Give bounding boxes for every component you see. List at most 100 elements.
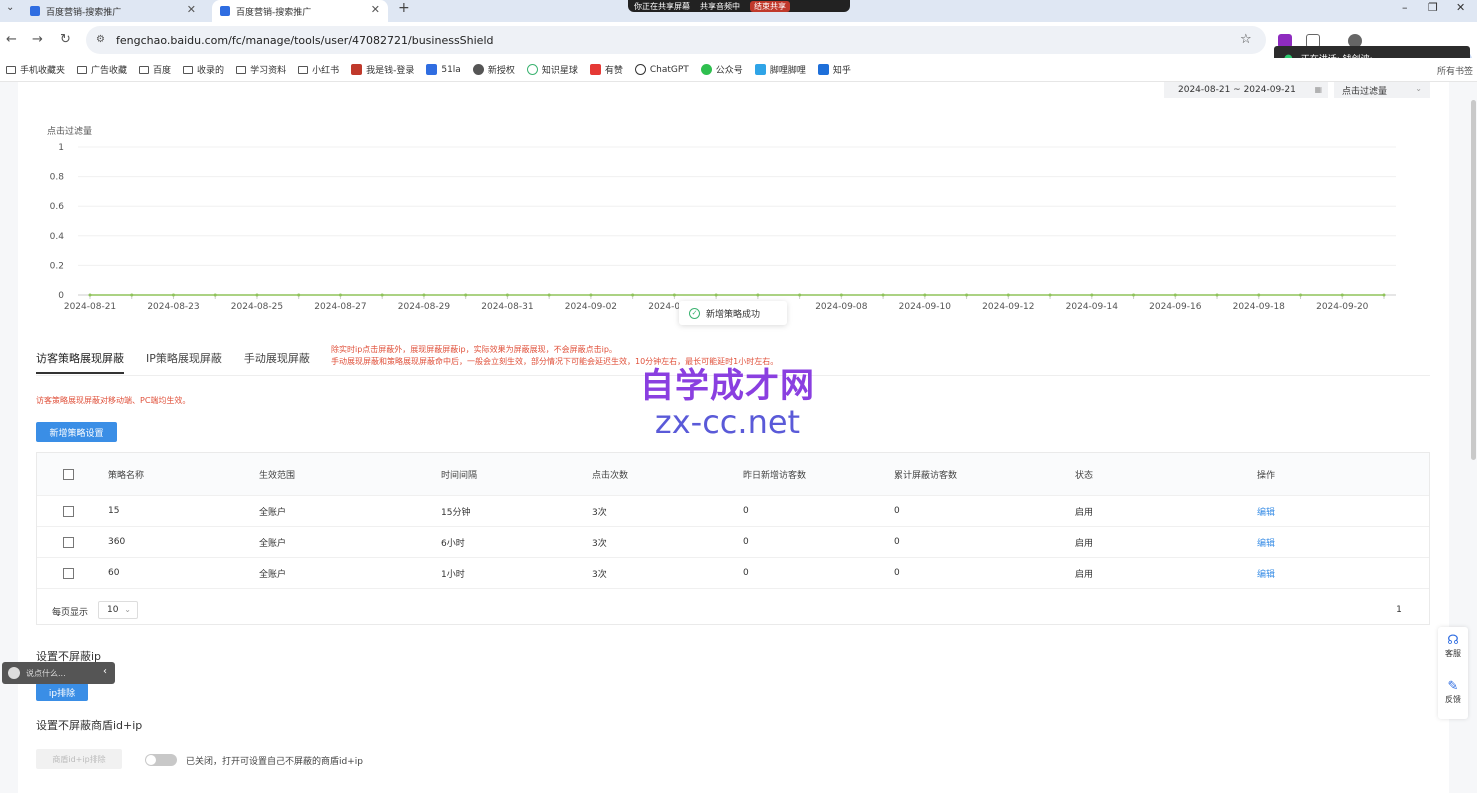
bookmark-item[interactable]: 公众号 bbox=[700, 63, 743, 76]
metric-select-value: 点击过滤量 bbox=[1342, 86, 1388, 97]
tab-visitor-strategy[interactable]: 访客策略展现屏蔽 bbox=[36, 344, 124, 374]
cell-total-blocked: 0 bbox=[894, 506, 900, 516]
edit-link[interactable]: 编辑 bbox=[1257, 527, 1275, 557]
data-point bbox=[839, 293, 843, 297]
check-circle-icon: ✓ bbox=[689, 307, 700, 319]
restore-icon[interactable]: ❐ bbox=[1428, 1, 1438, 14]
edit-link[interactable]: 编辑 bbox=[1257, 496, 1275, 526]
share-audio[interactable]: 共享音频中 bbox=[700, 1, 740, 12]
browser-tab-1[interactable]: 百度营销-搜索推广 ✕ bbox=[22, 0, 204, 22]
bookmark-star-icon[interactable]: ☆ bbox=[1240, 32, 1252, 47]
end-share-button[interactable]: 结束共享 bbox=[750, 0, 790, 12]
bookmark-item[interactable]: 手机收藏夹 bbox=[6, 63, 65, 76]
site-icon bbox=[351, 64, 363, 75]
bookmark-item[interactable]: 知乎 bbox=[817, 63, 851, 76]
baidu-favicon-icon bbox=[30, 6, 40, 16]
column-header: 昨日新增访客数 bbox=[743, 470, 807, 481]
url-field[interactable]: ⚙ fengchao.baidu.com/fc/manage/tools/use… bbox=[86, 26, 1266, 54]
row-checkbox[interactable] bbox=[63, 536, 74, 548]
bookmark-item[interactable]: 小红书 bbox=[298, 63, 339, 76]
back-icon[interactable]: ← bbox=[6, 32, 17, 47]
bookmark-item[interactable]: 百度 bbox=[139, 63, 171, 76]
bookmark-item[interactable]: 51la bbox=[426, 64, 461, 75]
page-number[interactable]: 1 bbox=[1387, 601, 1411, 619]
bookmark-item[interactable]: 学习资料 bbox=[236, 63, 286, 76]
bookmark-label: 广告收藏 bbox=[91, 66, 128, 76]
forward-icon[interactable]: → bbox=[32, 32, 43, 47]
close-tab-icon[interactable]: ✕ bbox=[187, 3, 196, 16]
bookmark-item[interactable]: 我是钱-登录 bbox=[351, 63, 414, 76]
x-tick-label: 2024-09-12 bbox=[982, 302, 1034, 312]
biz-exclude-button: 商盾id+ip排除 bbox=[36, 749, 122, 769]
cell-new-visitors: 0 bbox=[743, 568, 749, 578]
strategy-table: 策略名称 生效范围 时间间隔 点击次数 昨日新增访客数 累计屏蔽访客数 状态 操… bbox=[36, 452, 1430, 625]
tab-manual[interactable]: 手动展现屏蔽 bbox=[244, 344, 310, 374]
tab-ip-strategy[interactable]: IP策略展现屏蔽 bbox=[146, 344, 222, 374]
bookmark-item[interactable]: 有赞 bbox=[589, 63, 623, 76]
bookmark-item[interactable]: 知识星球 bbox=[526, 63, 578, 76]
data-point bbox=[1173, 293, 1177, 297]
new-tab-icon[interactable]: + bbox=[398, 0, 410, 16]
data-point bbox=[1299, 293, 1303, 297]
data-point bbox=[589, 293, 593, 297]
tab-note-line: 除实时ip点击屏蔽外，展现屏蔽屏蔽ip，实际效果为屏蔽展现，不会屏蔽点击ip。 bbox=[331, 345, 617, 354]
x-tick-label: 2024-09-16 bbox=[1149, 302, 1202, 312]
bookmark-item[interactable]: 广告收藏 bbox=[77, 63, 127, 76]
y-tick-label: 0.6 bbox=[50, 202, 65, 212]
bookmark-label: 我是钱-登录 bbox=[366, 66, 415, 76]
date-range-picker[interactable]: 2024-08-21 ~ 2024-09-21 ▦ bbox=[1164, 82, 1328, 98]
browser-tab-2[interactable]: 百度营销-搜索推广 ✕ bbox=[212, 0, 388, 22]
x-tick-label: 2024-09-20 bbox=[1316, 302, 1369, 312]
metric-select[interactable]: 点击过滤量 ⌄ bbox=[1334, 82, 1430, 98]
row-checkbox[interactable] bbox=[63, 567, 74, 579]
x-tick-label: 2024-09-10 bbox=[899, 302, 952, 312]
biz-exclude-switch[interactable] bbox=[145, 754, 177, 766]
feedback-button[interactable]: ✎ 反馈 bbox=[1438, 679, 1468, 705]
cell-name: 360 bbox=[108, 537, 126, 547]
select-all-checkbox[interactable] bbox=[63, 468, 74, 480]
table-row: 15 全账户 15分钟 3次 0 0 启用 编辑 bbox=[37, 496, 1429, 527]
screen-share-bar: 你正在共享屏幕 共享音频中 结束共享 bbox=[628, 0, 850, 12]
tab-list-chevron-icon[interactable]: ⌄ bbox=[6, 2, 14, 13]
cell-interval: 1小时 bbox=[441, 569, 465, 580]
site-info-icon[interactable]: ⚙ bbox=[96, 34, 105, 45]
bookmark-label: 收录的 bbox=[197, 66, 225, 76]
table-row: 360 全账户 6小时 3次 0 0 启用 编辑 bbox=[37, 527, 1429, 558]
data-point bbox=[1132, 293, 1136, 297]
page-scrollbar[interactable] bbox=[1471, 100, 1476, 460]
bookmark-item[interactable]: 新授权 bbox=[472, 63, 515, 76]
chevron-down-icon: ⌄ bbox=[1415, 84, 1422, 93]
data-point bbox=[338, 293, 342, 297]
bookmark-item[interactable]: 收录的 bbox=[183, 63, 224, 76]
bookmark-item[interactable]: ChatGPT bbox=[634, 64, 689, 75]
collapse-arrow-icon[interactable]: ‹ bbox=[103, 666, 107, 677]
y-axis-label: 点击过滤量 bbox=[47, 125, 92, 137]
chat-placeholder: 说点什么... bbox=[26, 668, 66, 678]
page-size-value: 10 bbox=[107, 605, 119, 615]
openai-icon bbox=[634, 64, 646, 75]
close-tab-icon[interactable]: ✕ bbox=[371, 3, 380, 16]
scope-note: 访客策略展现屏蔽对移动端、PC端均生效。 bbox=[36, 396, 191, 405]
headset-icon: ☊ bbox=[1447, 633, 1459, 648]
reload-icon[interactable]: ↻ bbox=[60, 32, 71, 47]
data-point bbox=[672, 293, 676, 297]
data-point bbox=[1257, 293, 1261, 297]
pen-icon: ✎ bbox=[1447, 679, 1459, 694]
all-bookmarks[interactable]: 所有书签 bbox=[1437, 64, 1473, 77]
ip-exclude-button[interactable]: ip排除 bbox=[36, 683, 88, 701]
edit-link[interactable]: 编辑 bbox=[1257, 558, 1275, 588]
customer-service-button[interactable]: ☊ 客服 bbox=[1438, 633, 1468, 659]
row-checkbox[interactable] bbox=[63, 505, 74, 517]
cell-status: 启用 bbox=[1075, 538, 1094, 549]
close-window-icon[interactable]: ✕ bbox=[1456, 1, 1465, 14]
minimize-icon[interactable]: – bbox=[1402, 1, 1408, 14]
switch-note: 已关闭，打开可设置自己不屏蔽的商盾id+ip bbox=[186, 757, 363, 767]
bookmark-label: 百度 bbox=[153, 66, 172, 76]
chat-mini-bar[interactable]: 说点什么... ‹ bbox=[2, 662, 115, 684]
page-size-select[interactable]: 10 ⌄ bbox=[98, 601, 138, 619]
column-header: 时间间隔 bbox=[441, 470, 478, 481]
bookmark-item[interactable]: 脚哩脚哩 bbox=[754, 63, 806, 76]
add-strategy-button[interactable]: 新增策略设置 bbox=[36, 422, 117, 442]
column-header: 操作 bbox=[1257, 470, 1276, 481]
x-tick-label: 2024-08-25 bbox=[231, 302, 283, 312]
